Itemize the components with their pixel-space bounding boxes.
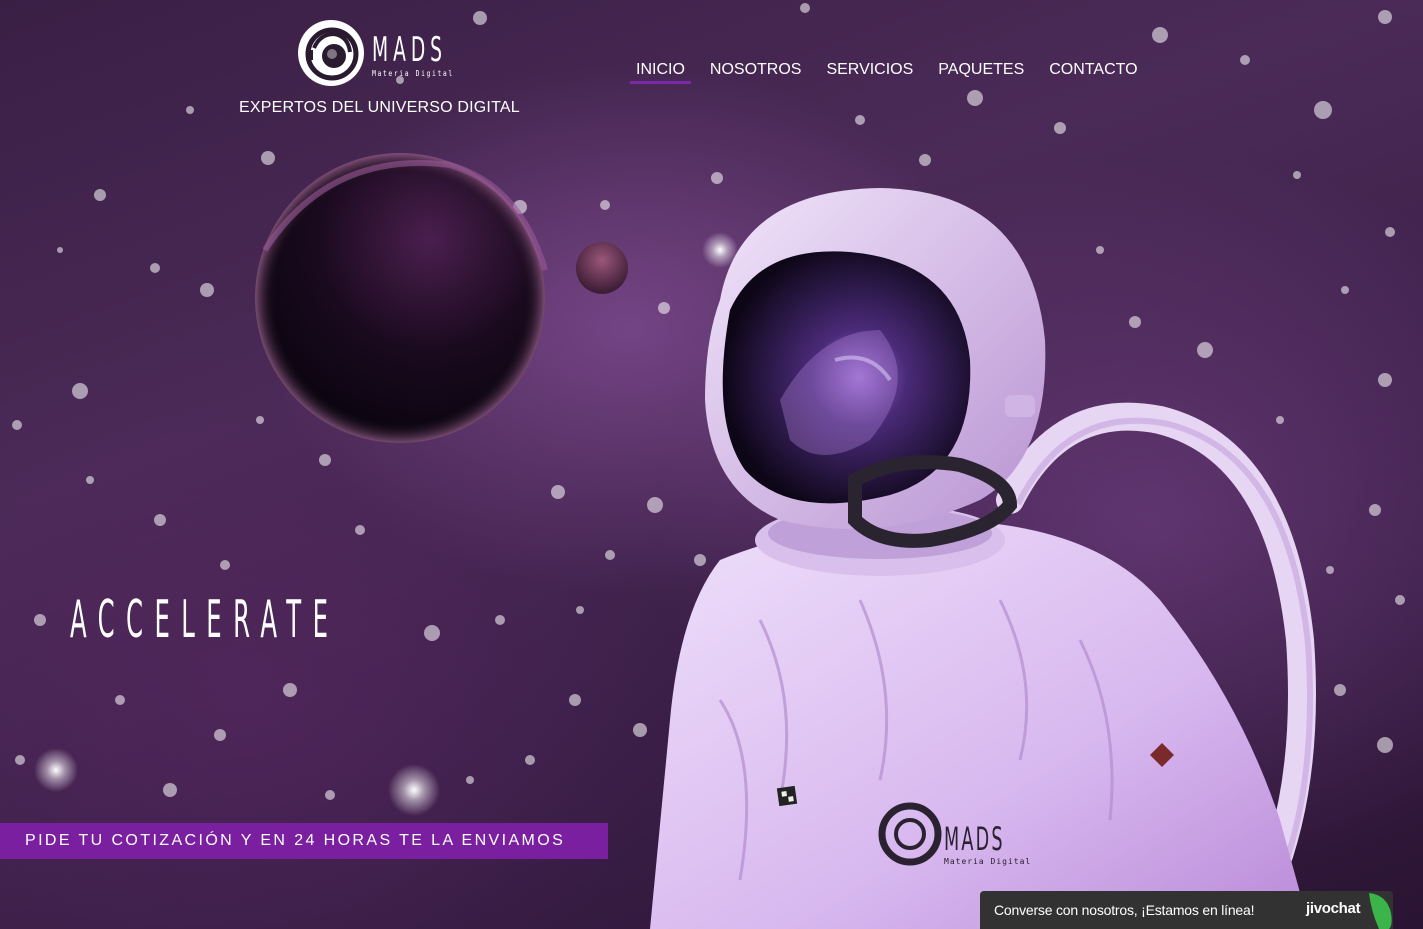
brand-logo-link[interactable]: MADS Materia Digital <box>296 18 508 88</box>
chat-brand-label: jivochat <box>1306 900 1361 917</box>
suit-logo-sub: Materia Digital <box>944 857 1031 866</box>
nav-item-servicios[interactable]: SERVICIOS <box>820 61 919 84</box>
nav-item-contacto[interactable]: CONTACTO <box>1043 61 1143 84</box>
nav-item-paquetes[interactable]: PAQUETES <box>932 61 1030 84</box>
hero-headline: ACCELERATE <box>70 590 340 650</box>
brand-subtitle: Materia Digital <box>372 68 454 78</box>
chat-widget[interactable]: Converse con nosotros, ¡Estamos en línea… <box>980 891 1393 929</box>
space-scene-illustration: MADS Materia Digital <box>255 153 1316 929</box>
brand-tagline: EXPERTOS DEL UNIVERSO DIGITAL <box>239 99 520 116</box>
nav-item-nosotros[interactable]: NOSOTROS <box>704 61 808 84</box>
brand-wordmark: MADS Materia Digital <box>372 29 508 78</box>
quote-cta-banner[interactable]: PIDE TU COTIZACIÓN Y EN 24 HORAS TE LA E… <box>0 823 608 859</box>
planet-graphic <box>255 153 548 443</box>
suit-logo-name: MADS <box>944 821 1005 858</box>
chat-message: Converse con nosotros, ¡Estamos en línea… <box>994 902 1255 918</box>
main-navigation: INICIO NOSOTROS SERVICIOS PAQUETES CONTA… <box>630 61 1157 84</box>
hero-section: MADS Materia Digital MADS Materia Digita… <box>0 0 1423 929</box>
chat-leaf-icon <box>1369 893 1392 929</box>
helmet-logo-icon <box>298 20 364 86</box>
brand-name: MADS <box>372 29 447 70</box>
nav-item-inicio[interactable]: INICIO <box>630 61 691 84</box>
